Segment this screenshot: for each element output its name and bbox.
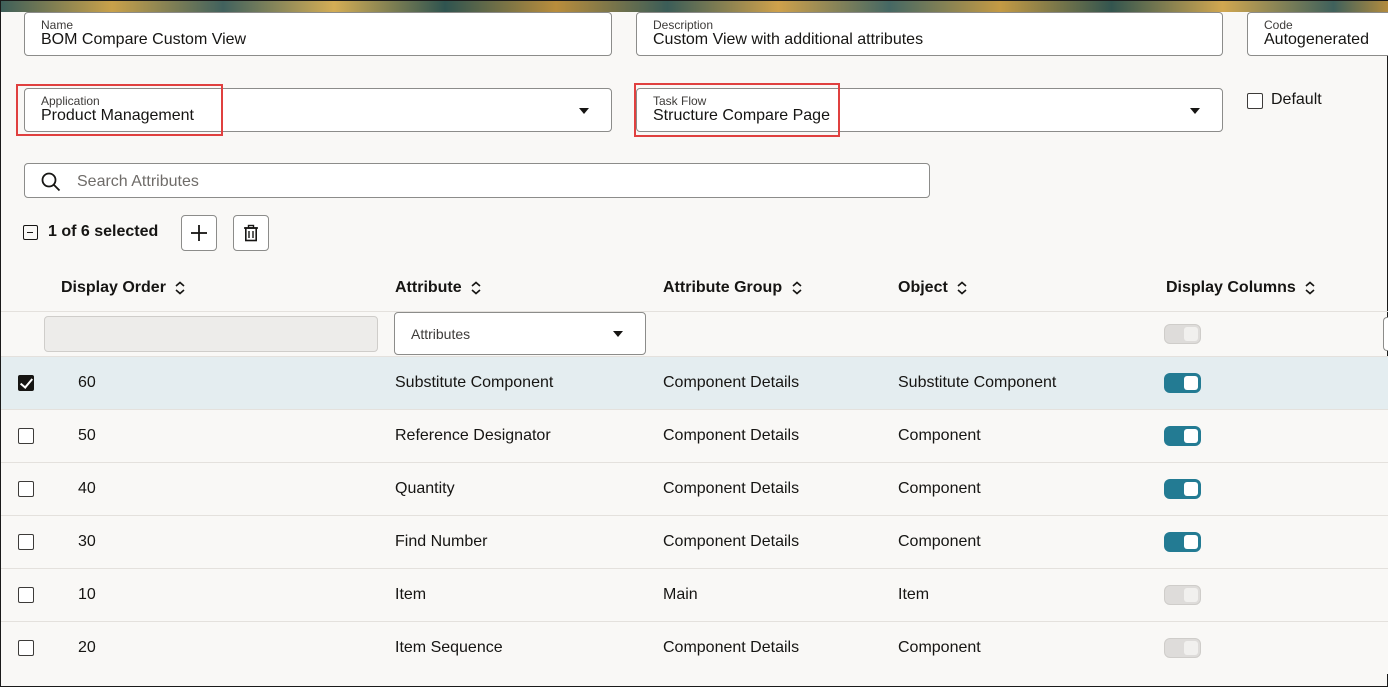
attribute-cell: Reference Designator (395, 427, 551, 444)
plus-icon (191, 225, 207, 241)
row-checkbox[interactable] (18, 481, 34, 497)
row-checkbox[interactable] (18, 640, 34, 656)
attribute-group-cell: Component Details (663, 533, 800, 550)
row-checkbox[interactable] (18, 375, 34, 391)
row-checkbox[interactable] (18, 587, 34, 603)
attribute-cell: Quantity (395, 480, 455, 497)
column-header-display-columns[interactable]: Display Columns (1166, 279, 1316, 297)
object-cell: Substitute Component (898, 374, 1057, 391)
display-columns-toggle[interactable] (1164, 373, 1201, 393)
name-value: BOM Compare Custom View (41, 31, 247, 48)
row-checkbox[interactable] (18, 428, 34, 444)
application-highlight-box (16, 84, 223, 136)
object-cell: Component (898, 533, 981, 550)
deselect-all-checkbox[interactable] (23, 225, 38, 240)
object-cell: Item (898, 586, 930, 603)
attribute-filter-value: Attributes (411, 326, 471, 342)
description-value: Custom View with additional attributes (653, 31, 924, 48)
attribute-group-cell: Component Details (663, 427, 800, 444)
table-row[interactable]: 60 Substitute Component Component Detail… (1, 356, 1388, 409)
attribute-group-cell: Component Details (663, 639, 800, 656)
attribute-filter-select[interactable]: Attributes (394, 312, 646, 355)
display-order-cell: 10 (78, 586, 96, 603)
task-flow-highlight-box (634, 83, 840, 137)
row-checkbox[interactable] (18, 534, 34, 550)
display-columns-toggle[interactable] (1164, 426, 1201, 446)
chevron-down-icon (1190, 108, 1200, 114)
display-columns-toggle[interactable] (1164, 638, 1201, 658)
default-label: Default (1271, 91, 1322, 108)
attribute-group-cell: Component Details (663, 480, 800, 497)
table-row[interactable]: 40 Quantity Component Details Component (1, 462, 1388, 515)
filter-overflow-field[interactable] (1383, 317, 1388, 351)
selection-count: 1 of 6 selected (48, 223, 159, 240)
name-label: Name (41, 18, 74, 32)
display-columns-toggle[interactable] (1164, 585, 1201, 605)
sort-icon (471, 281, 481, 295)
display-columns-filter-toggle[interactable] (1164, 324, 1201, 344)
name-field[interactable]: Name BOM Compare Custom View (24, 12, 612, 56)
display-order-cell: 20 (78, 639, 96, 656)
search-placeholder: Search Attributes (77, 173, 199, 190)
attribute-cell: Find Number (395, 533, 488, 550)
trash-icon (244, 224, 258, 242)
sort-icon (175, 281, 185, 295)
add-button[interactable] (181, 215, 217, 251)
default-checkbox[interactable] (1247, 93, 1263, 109)
column-header-attribute[interactable]: Attribute (395, 279, 482, 297)
code-field: Code Autogenerated (1247, 12, 1388, 56)
code-value: Autogenerated (1264, 31, 1369, 48)
chevron-down-icon (613, 331, 623, 337)
table-row[interactable]: 20 Item Sequence Component Details Compo… (1, 621, 1388, 674)
object-cell: Component (898, 427, 981, 444)
search-input[interactable]: Search Attributes (24, 163, 930, 198)
table-row[interactable]: 10 Item Main Item (1, 568, 1388, 621)
sort-icon (957, 281, 967, 295)
attribute-group-cell: Main (663, 586, 698, 603)
code-label: Code (1264, 18, 1293, 32)
chevron-down-icon (579, 108, 589, 114)
display-columns-toggle[interactable] (1164, 479, 1201, 499)
attribute-cell: Substitute Component (395, 374, 554, 391)
header-banner (1, 1, 1388, 12)
sort-icon (792, 281, 802, 295)
sort-icon (1305, 281, 1315, 295)
table-row[interactable]: 50 Reference Designator Component Detail… (1, 409, 1388, 462)
attribute-group-cell: Component Details (663, 374, 800, 391)
display-columns-toggle[interactable] (1164, 532, 1201, 552)
object-cell: Component (898, 639, 981, 656)
description-label: Description (653, 18, 714, 32)
description-field[interactable]: Description Custom View with additional … (636, 12, 1223, 56)
display-order-cell: 60 (78, 374, 96, 391)
column-header-attribute-group[interactable]: Attribute Group (663, 279, 803, 297)
object-cell: Component (898, 480, 981, 497)
delete-button[interactable] (233, 215, 269, 251)
attribute-cell: Item (395, 586, 427, 603)
display-order-cell: 50 (78, 427, 96, 444)
table-row[interactable]: 30 Find Number Component Details Compone… (1, 515, 1388, 568)
attribute-cell: Item Sequence (395, 639, 503, 656)
column-header-display-order[interactable]: Display Order (61, 279, 186, 297)
display-order-cell: 30 (78, 533, 96, 550)
display-order-cell: 40 (78, 480, 96, 497)
search-icon (41, 172, 61, 192)
column-header-object[interactable]: Object (898, 279, 968, 297)
display-order-filter (44, 316, 378, 352)
